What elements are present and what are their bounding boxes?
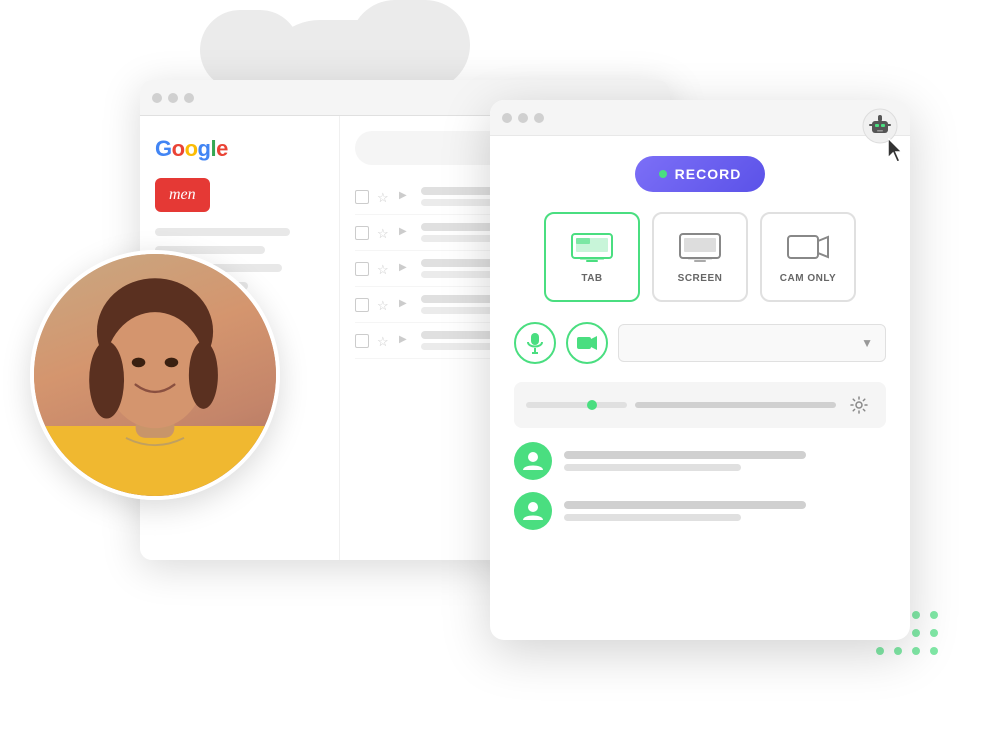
user-name (564, 501, 806, 509)
user-info (564, 501, 886, 521)
mode-screen-button[interactable]: SCREEN (652, 212, 748, 302)
compose-button[interactable]: men (155, 178, 210, 212)
email-checkbox[interactable] (355, 262, 369, 276)
dot (912, 629, 920, 637)
mode-selection: TAB SCREEN (514, 212, 886, 302)
browser-dot-green (184, 93, 194, 103)
tab-name-label (635, 402, 836, 408)
cursor-arrow (888, 138, 908, 168)
reply-icon: ▶ (399, 262, 413, 276)
user-list (514, 442, 886, 530)
star-icon[interactable]: ☆ (377, 190, 391, 204)
star-icon[interactable]: ☆ (377, 226, 391, 240)
browser-dot-red (152, 93, 162, 103)
list-item (514, 442, 886, 480)
dot (912, 647, 920, 655)
popup-dot (502, 113, 512, 123)
popup-dot (534, 113, 544, 123)
record-label: RECORD (675, 166, 742, 182)
dot (930, 629, 938, 637)
cam-only-label: CAM ONLY (780, 273, 836, 284)
popup-dot (518, 113, 528, 123)
user-detail (564, 514, 741, 521)
avatar (514, 492, 552, 530)
audio-controls: ▼ (514, 322, 886, 364)
camera-button[interactable] (566, 322, 608, 364)
cam-icon (786, 231, 830, 265)
browser-dot-yellow (168, 93, 178, 103)
record-dot (659, 170, 667, 178)
reply-icon: ▶ (399, 226, 413, 240)
google-logo: Google (155, 136, 324, 162)
dot (894, 647, 902, 655)
avatar (514, 442, 552, 480)
list-item (514, 492, 886, 530)
user-name (564, 451, 806, 459)
tab-label: TAB (581, 273, 602, 284)
popup-titlebar (490, 100, 910, 136)
cloud-decoration-3 (200, 10, 300, 90)
recording-popup: RECORD TAB (490, 100, 910, 640)
record-button[interactable]: RECORD (635, 156, 766, 192)
dot (876, 647, 884, 655)
user-detail (564, 464, 741, 471)
reply-icon: ▶ (399, 334, 413, 348)
popup-content: RECORD TAB (490, 136, 910, 550)
user-info (564, 451, 886, 471)
dot (930, 611, 938, 619)
email-checkbox[interactable] (355, 190, 369, 204)
sidebar-nav-item (155, 228, 290, 236)
microphone-button[interactable] (514, 322, 556, 364)
mode-tab-button[interactable]: TAB (544, 212, 640, 302)
star-icon[interactable]: ☆ (377, 298, 391, 312)
user-photo (30, 250, 280, 500)
record-area: RECORD (514, 156, 886, 212)
star-icon[interactable]: ☆ (377, 262, 391, 276)
email-checkbox[interactable] (355, 226, 369, 240)
reply-icon: ▶ (399, 298, 413, 312)
email-checkbox[interactable] (355, 334, 369, 348)
tab-active-dot (587, 400, 597, 410)
dot (912, 611, 920, 619)
scene: Google men ☆ ▶ (0, 0, 990, 747)
screen-label: SCREEN (678, 273, 723, 284)
dot (930, 647, 938, 655)
email-checkbox[interactable] (355, 298, 369, 312)
settings-button[interactable] (844, 390, 874, 420)
tab-icon (570, 231, 614, 265)
cloud-decoration-2 (350, 0, 470, 90)
dropdown-arrow-icon: ▼ (861, 336, 873, 350)
mode-cam-only-button[interactable]: CAM ONLY (760, 212, 856, 302)
screen-icon (678, 231, 722, 265)
tab-progress (526, 402, 627, 408)
audio-source-dropdown[interactable]: ▼ (618, 324, 886, 362)
reply-icon: ▶ (399, 190, 413, 204)
tab-indicator-row (514, 382, 886, 428)
star-icon[interactable]: ☆ (377, 334, 391, 348)
